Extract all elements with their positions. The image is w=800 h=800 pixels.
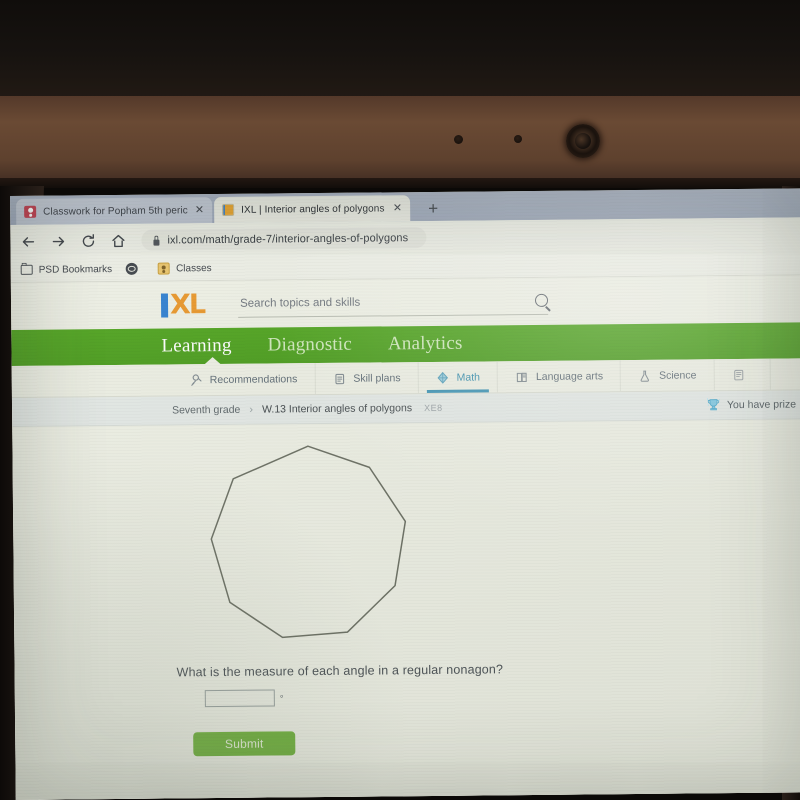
tab-title: Classwork for Popham 5th peric (43, 204, 188, 218)
back-icon[interactable] (18, 232, 37, 251)
bookmark-psd-bookmarks[interactable]: PSD Bookmarks (21, 264, 112, 276)
language-arts-icon (515, 370, 529, 384)
question-prompt: What is the measure of each angle in a r… (176, 662, 504, 680)
science-icon (638, 368, 652, 382)
tab-label: Science (659, 368, 697, 382)
nav-item-analytics[interactable]: Analytics (388, 333, 463, 356)
tab-math[interactable]: Math (418, 361, 499, 394)
answer-input[interactable] (204, 689, 275, 708)
bookmark-label: PSD Bookmarks (38, 263, 113, 276)
prizes-label: You have prize (726, 398, 797, 412)
search-icon[interactable] (534, 293, 549, 307)
search-bar[interactable] (237, 288, 549, 318)
google-classroom-icon (24, 205, 37, 218)
photo-of-laptop-screen: Classwork for Popham 5th peric ✕ IXL | I… (0, 0, 800, 800)
breadcrumb-grade[interactable]: Seventh grade (172, 404, 240, 417)
laptop-screen: Classwork for Popham 5th peric ✕ IXL | I… (10, 188, 800, 800)
classes-icon (158, 262, 171, 275)
skill-code: XE8 (424, 402, 443, 414)
url-text: ixl.com/math/grade-7/interior-angles-of-… (167, 231, 409, 246)
ixl-logo[interactable]: XL (160, 289, 205, 321)
laptop-top-bezel (0, 96, 800, 188)
microphone-hole-right (514, 135, 522, 143)
degree-symbol: ° (279, 692, 284, 703)
nav-item-diagnostic[interactable]: Diagnostic (268, 334, 353, 357)
tab-language-arts[interactable]: Language arts (497, 360, 622, 393)
bookmark-classes[interactable]: Classes (158, 262, 212, 275)
home-icon[interactable] (108, 231, 127, 250)
math-icon (436, 370, 450, 384)
question-area: What is the measure of each angle in a r… (12, 419, 800, 800)
globe-icon (126, 262, 139, 275)
tab-label: Recommendations (209, 372, 298, 386)
tab-skill-plans[interactable]: Skill plans (315, 362, 419, 395)
ixl-header: XL (10, 275, 800, 330)
tab-social-studies[interactable] (714, 358, 771, 391)
skill-plans-icon (332, 371, 346, 385)
browser-tab-classwork[interactable]: Classwork for Popham 5th peric ✕ (16, 197, 213, 225)
tab-title: IXL | Interior angles of polygons (241, 202, 385, 216)
microphone-hole-left (454, 135, 463, 144)
nonagon-figure (200, 433, 417, 650)
social-studies-icon (731, 367, 745, 381)
search-input[interactable] (238, 293, 536, 311)
nav-item-learning[interactable]: Learning (161, 335, 231, 358)
submit-button[interactable]: Submit (193, 731, 296, 757)
ixl-logo-text: XL (169, 289, 205, 321)
tab-science[interactable]: Science (620, 359, 715, 392)
trophy-icon (705, 397, 722, 413)
tab-label: Language arts (535, 369, 604, 383)
browser-tab-ixl[interactable]: IXL | Interior angles of polygons ✕ (214, 195, 411, 224)
breadcrumb-skill: W.13 Interior angles of polygons (261, 402, 413, 416)
chevron-right-icon: › (249, 403, 254, 416)
folder-icon (21, 265, 33, 275)
forward-icon[interactable] (48, 231, 67, 250)
bookmark-globe[interactable] (126, 262, 144, 275)
close-icon[interactable]: ✕ (195, 204, 204, 216)
laptop-lid-shadow (0, 0, 800, 100)
reload-icon[interactable] (78, 231, 97, 250)
close-icon[interactable]: ✕ (393, 202, 402, 214)
ixl-icon (222, 203, 235, 216)
lock-icon (152, 235, 160, 245)
ixl-logo-bar (160, 292, 169, 318)
recommendations-icon (189, 373, 203, 387)
new-tab-button[interactable]: + (422, 198, 444, 218)
answer-row: ° (204, 689, 284, 708)
tab-recommendations[interactable]: Recommendations (171, 363, 316, 396)
tab-label: Skill plans (353, 371, 401, 385)
prizes-link[interactable]: You have prize (705, 396, 796, 413)
webcam-icon (566, 124, 600, 158)
bookmark-label: Classes (176, 262, 212, 274)
ixl-page: XL Learning Diagnostic Analytics R (10, 275, 800, 800)
tab-label: Math (456, 370, 480, 384)
address-bar[interactable]: ixl.com/math/grade-7/interior-angles-of-… (141, 227, 427, 251)
